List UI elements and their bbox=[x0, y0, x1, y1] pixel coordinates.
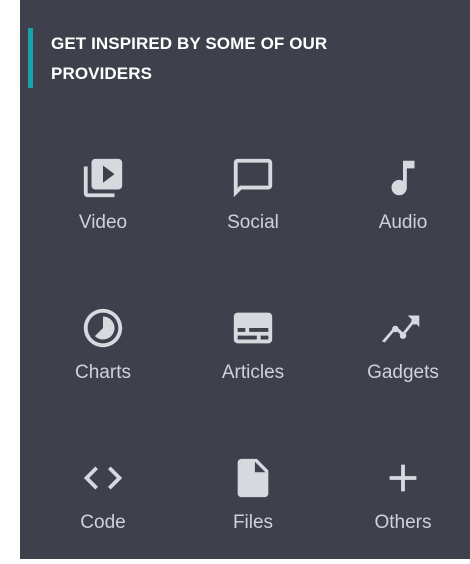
file-icon bbox=[229, 454, 277, 502]
provider-video[interactable]: Video bbox=[28, 154, 178, 264]
plus-icon bbox=[379, 454, 427, 502]
music-note-icon bbox=[379, 154, 427, 202]
subtitles-icon bbox=[229, 304, 277, 352]
chat-bubble-icon bbox=[229, 154, 277, 202]
provider-label: Charts bbox=[75, 362, 131, 383]
provider-label: Audio bbox=[378, 212, 428, 233]
provider-label: Files bbox=[232, 512, 274, 533]
provider-articles[interactable]: Articles bbox=[178, 304, 328, 414]
provider-audio[interactable]: Audio bbox=[328, 154, 470, 264]
provider-code[interactable]: Code bbox=[28, 454, 178, 564]
provider-others[interactable]: Others bbox=[328, 454, 470, 564]
provider-label: Articles bbox=[221, 362, 285, 383]
provider-label: Code bbox=[80, 512, 126, 533]
code-icon bbox=[79, 454, 127, 502]
pie-chart-icon bbox=[79, 304, 127, 352]
provider-files[interactable]: Files bbox=[178, 454, 328, 564]
provider-grid: Video Social Audio Charts Articles Gadge… bbox=[28, 0, 470, 559]
provider-label: Others bbox=[374, 512, 432, 533]
provider-label: Gadgets bbox=[367, 362, 439, 383]
provider-label: Social bbox=[227, 212, 279, 233]
provider-gadgets[interactable]: Gadgets bbox=[328, 304, 470, 414]
providers-panel: GET INSPIRED BY SOME OF OUR PROVIDERS Vi… bbox=[20, 0, 470, 559]
video-library-icon bbox=[79, 154, 127, 202]
provider-charts[interactable]: Charts bbox=[28, 304, 178, 414]
provider-social[interactable]: Social bbox=[178, 154, 328, 264]
provider-label: Video bbox=[78, 212, 128, 233]
trend-line-icon bbox=[379, 304, 427, 352]
